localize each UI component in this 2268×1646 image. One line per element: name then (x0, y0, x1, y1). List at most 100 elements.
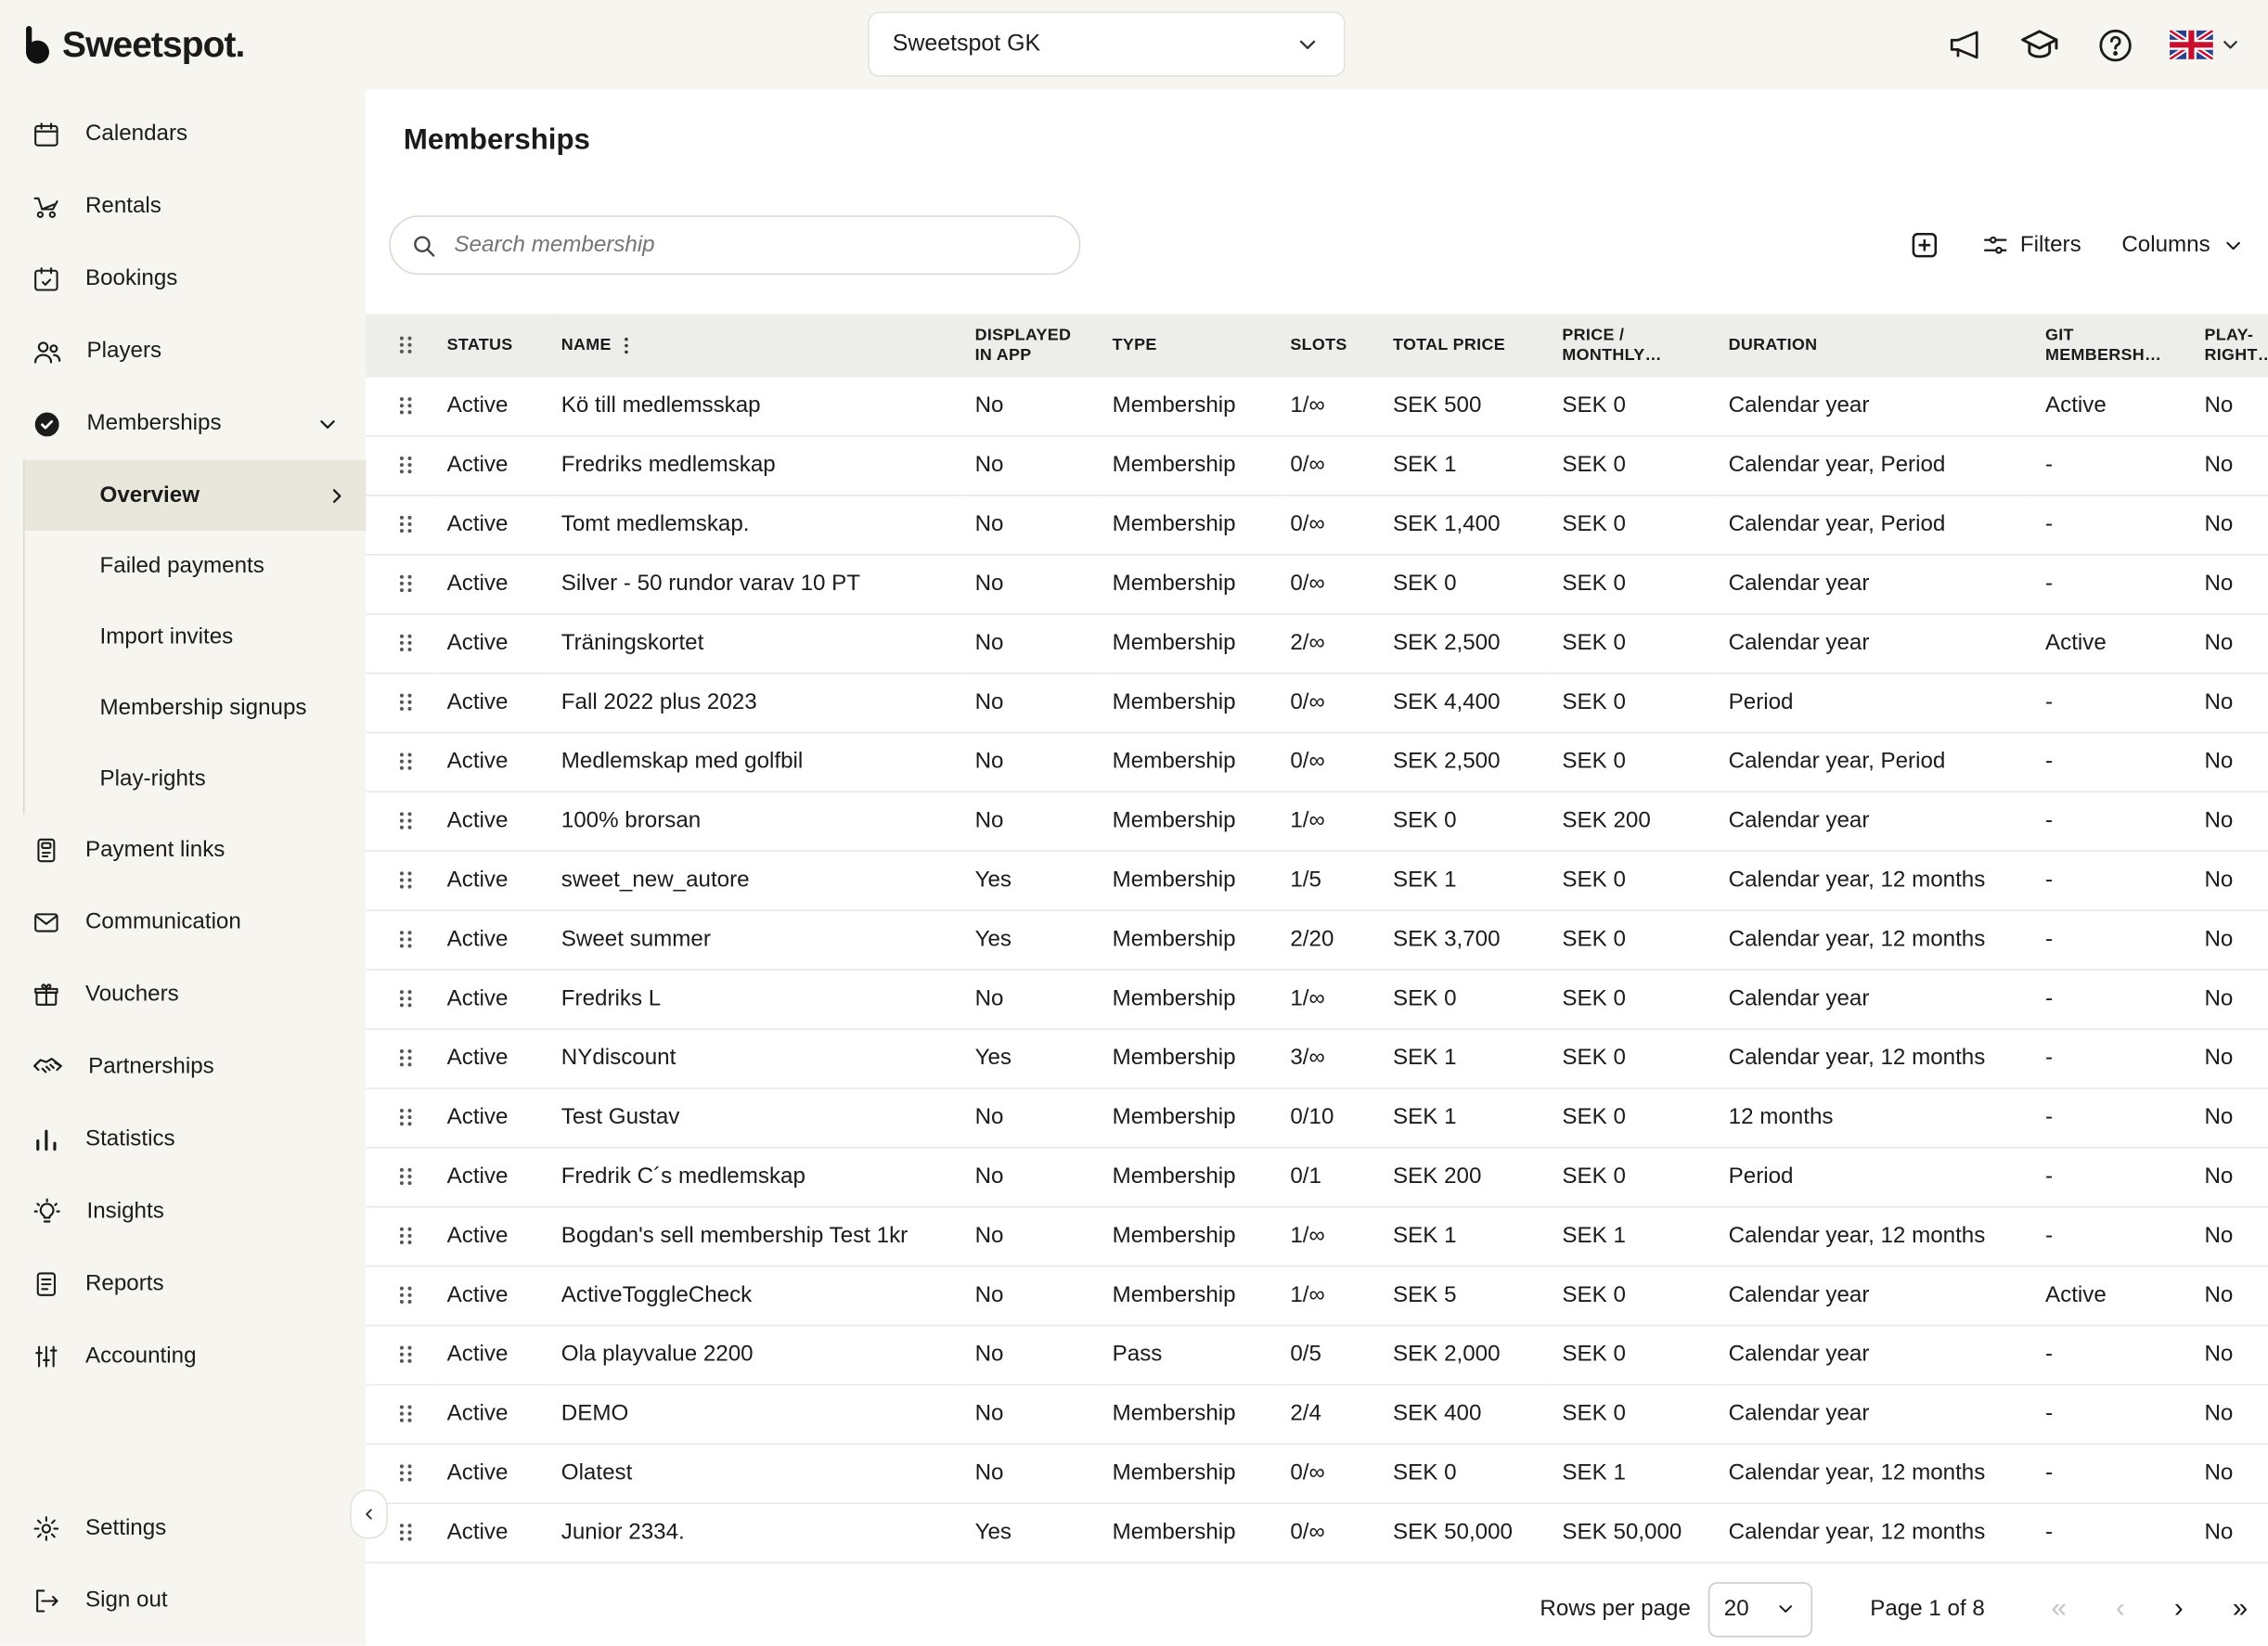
table-row[interactable]: Active Kö till medlemsskap No Membership… (366, 377, 2268, 435)
table-row[interactable]: Active Träningskortet No Membership 2/∞ … (366, 613, 2268, 673)
row-drag-handle[interactable] (366, 791, 435, 851)
sidebar-item-sign-out[interactable]: Sign out (0, 1565, 366, 1638)
cell-name[interactable]: Sweet summer (549, 910, 963, 970)
sidebar-item-partnerships[interactable]: Partnerships (0, 1031, 366, 1103)
table-row[interactable]: Active Silver - 50 rundor varav 10 PT No… (366, 554, 2268, 613)
table-row[interactable]: Active Tomt medlemskap. No Membership 0/… (366, 495, 2268, 554)
row-drag-handle[interactable] (366, 910, 435, 970)
academy-icon[interactable] (2019, 24, 2060, 65)
table-row[interactable]: Active DEMO No Membership 2/4 SEK 400 SE… (366, 1384, 2268, 1444)
cell-name[interactable]: NYdiscount (549, 1029, 963, 1088)
header-git-membership[interactable]: GIT MEMBERSH… (2034, 314, 2193, 377)
table-row[interactable]: Active Olatest No Membership 0/∞ SEK 0 S… (366, 1444, 2268, 1503)
row-drag-handle[interactable] (366, 495, 435, 554)
cell-name[interactable]: Kö till medlemsskap (549, 377, 963, 435)
help-icon[interactable] (2094, 24, 2135, 65)
header-total-price[interactable]: TOTAL PRICE (1382, 314, 1551, 377)
sidebar-item-bookings[interactable]: Bookings (0, 243, 366, 315)
cell-name[interactable]: DEMO (549, 1384, 963, 1444)
columns-button[interactable]: Columns (2121, 232, 2245, 258)
next-page-button[interactable]: › (2174, 1593, 2184, 1625)
table-row[interactable]: Active NYdiscount Yes Membership 3/∞ SEK… (366, 1029, 2268, 1088)
row-drag-handle[interactable] (366, 970, 435, 1029)
row-drag-handle[interactable] (366, 613, 435, 673)
table-row[interactable]: Active sweet_new_autore Yes Membership 1… (366, 851, 2268, 910)
sidebar-collapse-button[interactable] (350, 1489, 388, 1538)
sidebar-item-insights[interactable]: Insights (0, 1176, 366, 1248)
cell-name[interactable]: sweet_new_autore (549, 851, 963, 910)
table-row[interactable]: Active Junior 2334. Yes Membership 0/∞ S… (366, 1503, 2268, 1562)
sidebar-item-players[interactable]: Players (0, 315, 366, 388)
cell-name[interactable]: Silver - 50 rundor varav 10 PT (549, 554, 963, 613)
table-row[interactable]: Active Sweet summer Yes Membership 2/20 … (366, 910, 2268, 970)
sidebar-subitem-membership-signups[interactable]: Membership signups (24, 673, 366, 743)
table-row[interactable]: Active Fredriks L No Membership 1/∞ SEK … (366, 970, 2268, 1029)
rows-per-page-select[interactable]: 20 (1708, 1582, 1812, 1637)
row-drag-handle[interactable] (366, 1088, 435, 1148)
sidebar-item-accounting[interactable]: Accounting (0, 1320, 366, 1393)
header-price-monthly[interactable]: PRICE / MONTHLY… (1551, 314, 1717, 377)
row-drag-handle[interactable] (366, 377, 435, 435)
header-type[interactable]: TYPE (1101, 314, 1279, 377)
search-membership-input[interactable] (451, 231, 1059, 260)
sidebar-item-settings[interactable]: Settings (0, 1493, 366, 1565)
row-drag-handle[interactable] (366, 673, 435, 732)
table-row[interactable]: Active Medlemskap med golfbil No Members… (366, 732, 2268, 791)
table-row[interactable]: Active Bogdan's sell membership Test 1kr… (366, 1206, 2268, 1266)
cell-name[interactable]: Bogdan's sell membership Test 1kr (549, 1206, 963, 1266)
search-membership-box[interactable] (389, 215, 1080, 275)
table-row[interactable]: Active Fredrik C´s medlemskap No Members… (366, 1147, 2268, 1206)
row-drag-handle[interactable] (366, 1325, 435, 1384)
row-drag-handle[interactable] (366, 436, 435, 495)
table-row[interactable]: Active Fredriks medlemskap No Membership… (366, 436, 2268, 495)
sidebar-item-rentals[interactable]: Rentals (0, 171, 366, 243)
row-drag-handle[interactable] (366, 1147, 435, 1206)
row-drag-handle[interactable] (366, 554, 435, 613)
announcements-icon[interactable] (1944, 24, 1985, 65)
sidebar-item-vouchers[interactable]: Vouchers (0, 958, 366, 1031)
club-selector-dropdown[interactable]: Sweetspot GK (868, 11, 1345, 76)
cell-name[interactable]: Träningskortet (549, 613, 963, 673)
add-membership-button[interactable] (1907, 228, 1940, 262)
row-drag-handle[interactable] (366, 1206, 435, 1266)
table-row[interactable]: Active Fall 2022 plus 2023 No Membership… (366, 673, 2268, 732)
header-duration[interactable]: DURATION (1717, 314, 2033, 377)
row-drag-handle[interactable] (366, 1029, 435, 1088)
sidebar-item-communication[interactable]: Communication (0, 886, 366, 958)
sidebar-item-payment-links[interactable]: Payment links (0, 815, 366, 887)
cell-name[interactable]: Tomt medlemskap. (549, 495, 963, 554)
sidebar-item-memberships[interactable]: Memberships (0, 388, 366, 460)
sidebar-item-reports[interactable]: Reports (0, 1248, 366, 1320)
table-row[interactable]: Active Ola playvalue 2200 No Pass 0/5 SE… (366, 1325, 2268, 1384)
cell-name[interactable]: Ola playvalue 2200 (549, 1325, 963, 1384)
header-status[interactable]: STATUS (435, 314, 549, 377)
table-row[interactable]: Active 100% brorsan No Membership 1/∞ SE… (366, 791, 2268, 851)
sidebar-item-calendars[interactable]: Calendars (0, 98, 366, 171)
table-row[interactable]: Active ActiveToggleCheck No Membership 1… (366, 1266, 2268, 1325)
header-displayed-in-app[interactable]: DISPLAYED IN APP (963, 314, 1101, 377)
header-name[interactable]: NAME (549, 314, 963, 377)
cell-name[interactable]: 100% brorsan (549, 791, 963, 851)
sidebar-subitem-play-rights[interactable]: Play-rights (24, 743, 366, 814)
sidebar-item-statistics[interactable]: Statistics (0, 1103, 366, 1176)
first-page-button[interactable]: « (2052, 1593, 2067, 1625)
row-drag-handle[interactable] (366, 1266, 435, 1325)
header-play-right[interactable]: PLAY- RIGHT… (2193, 314, 2268, 377)
kebab-menu-icon[interactable] (617, 335, 635, 355)
sidebar-subitem-import-invites[interactable]: Import invites (24, 601, 366, 672)
sidebar-subitem-overview[interactable]: Overview (24, 460, 366, 531)
cell-name[interactable]: Test Gustav (549, 1088, 963, 1148)
table-row[interactable]: Active Test Gustav No Membership 0/10 SE… (366, 1088, 2268, 1148)
cell-name[interactable]: Fredriks L (549, 970, 963, 1029)
last-page-button[interactable]: » (2233, 1593, 2248, 1625)
language-selector[interactable] (2170, 31, 2242, 59)
cell-name[interactable]: Fredriks medlemskap (549, 436, 963, 495)
cell-name[interactable]: Junior 2334. (549, 1503, 963, 1562)
cell-name[interactable]: Medlemskap med golfbil (549, 732, 963, 791)
row-drag-handle[interactable] (366, 851, 435, 910)
header-slots[interactable]: SLOTS (1279, 314, 1382, 377)
row-drag-handle[interactable] (366, 1384, 435, 1444)
cell-name[interactable]: Fall 2022 plus 2023 (549, 673, 963, 732)
cell-name[interactable]: ActiveToggleCheck (549, 1266, 963, 1325)
cell-name[interactable]: Olatest (549, 1444, 963, 1503)
